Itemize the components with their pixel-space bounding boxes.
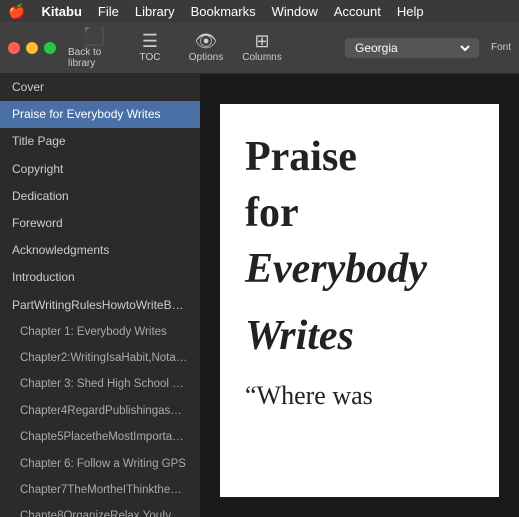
book-quote: “Where was (245, 379, 474, 413)
sidebar-item-acknowledgments[interactable]: Acknowledgments (0, 237, 200, 264)
praise-title-line1: Praise (245, 134, 474, 180)
back-icon: ⬛ (83, 27, 105, 45)
font-selector[interactable]: Georgia Helvetica Times New Roman (345, 38, 479, 58)
sidebar-item-ch2[interactable]: Chapter2:WritingIsaHabit,NotanArt (0, 345, 200, 371)
options-label: Options (189, 52, 223, 63)
praise-title-line4: Writes (245, 313, 474, 359)
sidebar-item-introduction[interactable]: Introduction (0, 264, 200, 291)
menu-library[interactable]: Library (135, 4, 175, 19)
toc-button[interactable]: ☰ TOC (124, 26, 176, 70)
menu-help[interactable]: Help (397, 4, 424, 19)
sidebar-item-ch7[interactable]: Chapter7TheMortheIThinktheEasieth... (0, 477, 200, 503)
menu-window[interactable]: Window (272, 4, 318, 19)
sidebar-item-ch8[interactable]: Chapte8OrganizeRelax,YouIveGotThis (0, 503, 200, 517)
minimize-button[interactable] (26, 42, 38, 54)
content-pane: Praise for Everybody Writes “Where was (200, 74, 519, 517)
menu-kitabu[interactable]: Kitabu (41, 4, 81, 19)
font-dropdown[interactable]: Georgia Helvetica Times New Roman (351, 40, 473, 56)
menu-account[interactable]: Account (334, 4, 381, 19)
fullscreen-button[interactable] (44, 42, 56, 54)
sidebar-item-ch6[interactable]: Chapter 6: Follow a Writing GPS (0, 451, 200, 477)
eye-icon: 👁 (195, 32, 218, 50)
columns-button[interactable]: ⊞ Columns (236, 26, 288, 70)
back-to-library-button[interactable]: ⬛ Back to library (68, 26, 120, 70)
columns-label: Columns (242, 52, 281, 63)
toolbar: ⬛ Back to library ☰ TOC 👁 Options ⊞ Colu… (0, 22, 519, 74)
font-label: Font (491, 42, 511, 53)
book-page: Praise for Everybody Writes “Where was (220, 104, 499, 497)
sidebar-item-dedication[interactable]: Dedication (0, 183, 200, 210)
sidebar-item-part[interactable]: PartWritingRulesHowtoWriteBetter(andH... (0, 292, 200, 319)
sidebar-item-ch1[interactable]: Chapter 1: Everybody Writes (0, 319, 200, 345)
sidebar-item-ch3[interactable]: Chapter 3: Shed High School Rules (0, 371, 200, 397)
praise-title-line3: Everybody (245, 246, 474, 292)
menubar: 🍎 Kitabu File Library Bookmarks Window A… (0, 0, 519, 22)
options-button[interactable]: 👁 Options (180, 26, 232, 70)
sidebar-item-foreword[interactable]: Foreword (0, 210, 200, 237)
menu-bookmarks[interactable]: Bookmarks (191, 4, 256, 19)
apple-menu[interactable]: 🍎 (8, 3, 25, 20)
sidebar-item-ch4[interactable]: Chapter4RegardPublishingasaPrivilege (0, 398, 200, 424)
praise-title-line2: for (245, 190, 474, 236)
back-label: Back to library (68, 47, 120, 69)
toc-icon: ☰ (142, 32, 158, 50)
menu-file[interactable]: File (98, 4, 119, 19)
traffic-lights (8, 42, 56, 54)
sidebar-item-ch5[interactable]: Chapte5PlacetheMostImportantWord... (0, 424, 200, 450)
sidebar-item-copyright[interactable]: Copyright (0, 156, 200, 183)
toc-label: TOC (140, 52, 161, 63)
sidebar-item-title[interactable]: Title Page (0, 128, 200, 155)
close-button[interactable] (8, 42, 20, 54)
columns-icon: ⊞ (254, 32, 269, 50)
sidebar-item-cover[interactable]: Cover (0, 74, 200, 101)
sidebar: CoverPraise for Everybody WritesTitle Pa… (0, 74, 200, 517)
main-area: CoverPraise for Everybody WritesTitle Pa… (0, 74, 519, 517)
sidebar-item-praise[interactable]: Praise for Everybody Writes (0, 101, 200, 128)
